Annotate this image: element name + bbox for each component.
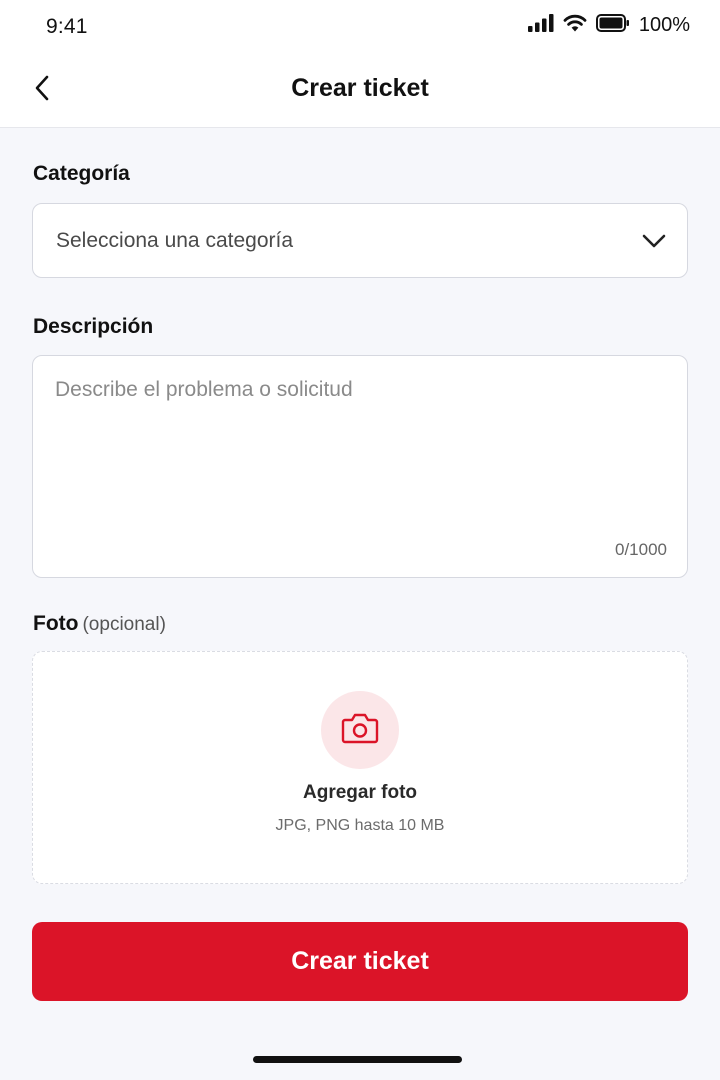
battery-icon: [595, 14, 630, 37]
photo-label-text: Foto: [33, 612, 79, 635]
file-format-hint: JPG, PNG hasta 10 MB: [275, 817, 445, 834]
optional-label: (opcional): [82, 614, 166, 635]
description-field[interactable]: 0/1000: [32, 355, 688, 578]
category-select-placeholder: Selecciona una categoría: [56, 229, 293, 252]
character-counter: 0/1000: [615, 540, 667, 559]
home-indicator: [253, 1056, 462, 1063]
page-title: Crear ticket: [291, 74, 429, 102]
category-select[interactable]: Selecciona una categoría: [32, 203, 688, 278]
create-ticket-button[interactable]: Crear ticket: [32, 922, 688, 1001]
chevron-down-icon: [641, 228, 667, 259]
status-time: 9:41: [46, 15, 88, 38]
header: Crear ticket: [0, 54, 720, 128]
status-indicators: 100%: [527, 14, 690, 37]
photo-upload-area[interactable]: Agregar foto JPG, PNG hasta 10 MB: [32, 651, 688, 884]
camera-icon: [341, 711, 379, 750]
photo-label: Foto (opcional): [33, 612, 166, 636]
description-input[interactable]: [55, 378, 665, 528]
wifi-icon: [563, 14, 587, 37]
description-label: Descripción: [33, 315, 154, 338]
add-photo-title: Agregar foto: [303, 782, 417, 803]
status-bar: 9:41 100%: [0, 0, 720, 54]
signal-icon: [527, 14, 554, 37]
battery-percent: 100%: [638, 14, 690, 36]
camera-icon-circle: [321, 691, 399, 769]
category-label: Categoría: [33, 162, 130, 185]
